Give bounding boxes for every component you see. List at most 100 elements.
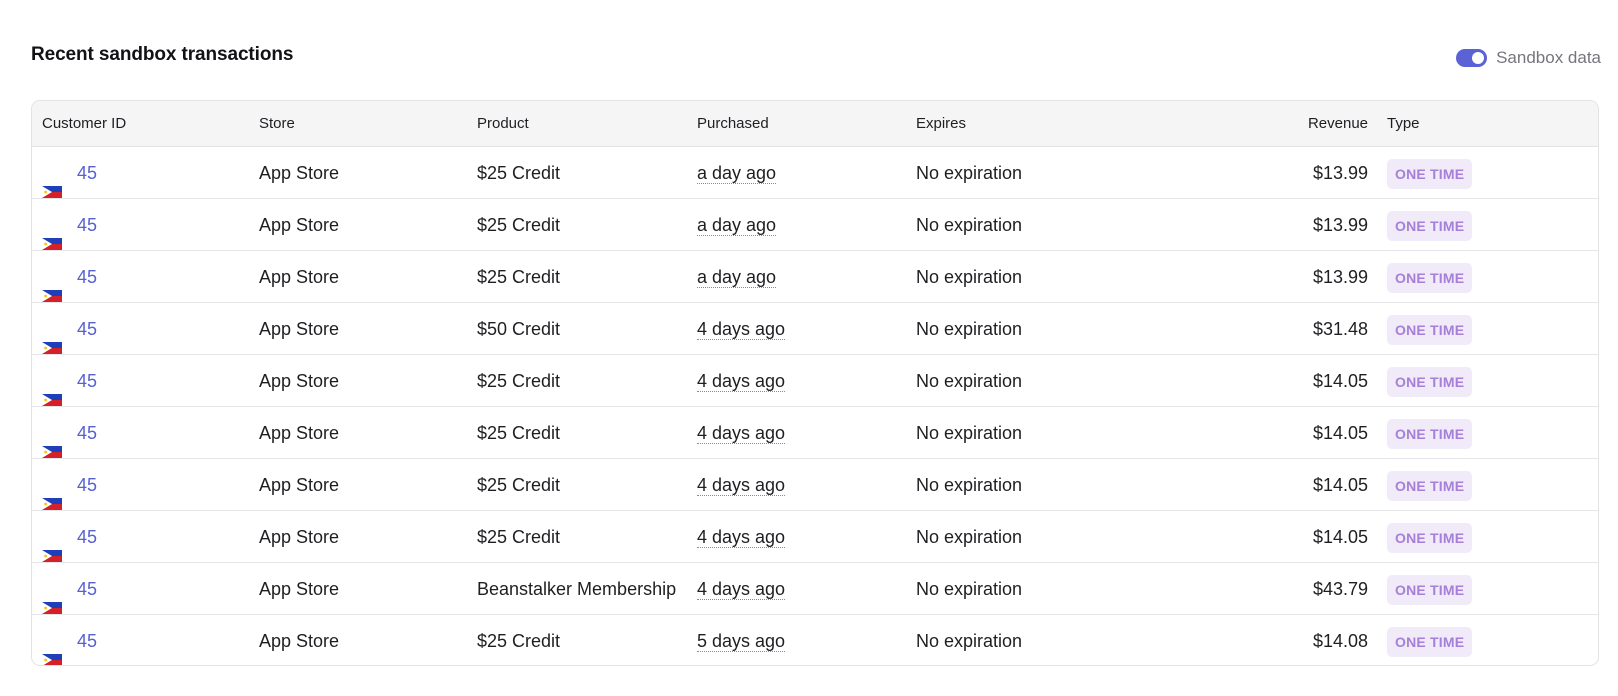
revenue-cell: $14.05 [1312, 423, 1368, 443]
revenue-cell: $43.79 [1312, 579, 1368, 599]
product-cell: $25 Credit [477, 163, 561, 183]
purchased-cell: 4 days ago [697, 407, 786, 459]
purchased-time[interactable]: a day ago [697, 163, 777, 184]
table-header: Customer ID Store Product Purchased Expi… [32, 101, 1598, 147]
expires-cell: No expiration [916, 475, 1023, 495]
purchased-cell: 4 days ago [697, 563, 786, 615]
store-cell: App Store [259, 319, 340, 339]
type-cell: ONE TIME [1387, 615, 1473, 665]
transactions-table: Customer ID Store Product Purchased Expi… [31, 100, 1599, 666]
table-row[interactable]: 45 App Store $25 Credit 4 days ago No expira… [32, 355, 1598, 407]
customer-id-cell: 45 [42, 199, 97, 251]
type-badge: ONE TIME [1387, 315, 1473, 346]
philippines-flag-icon [42, 478, 62, 511]
type-cell: ONE TIME [1387, 459, 1473, 511]
type-cell: ONE TIME [1387, 407, 1473, 459]
customer-id-link[interactable]: 45 [77, 215, 97, 235]
expires-cell: No expiration [916, 319, 1023, 339]
purchased-time[interactable]: 5 days ago [697, 631, 786, 652]
expires-cell: No expiration [916, 527, 1023, 547]
purchased-time[interactable]: 4 days ago [697, 319, 786, 340]
customer-id-link[interactable]: 45 [77, 579, 97, 599]
philippines-flag-icon [42, 634, 62, 665]
customer-id-link[interactable]: 45 [77, 267, 97, 287]
purchased-cell: a day ago [697, 147, 777, 199]
customer-id-cell: 45 [42, 511, 97, 563]
store-cell: App Store [259, 631, 340, 651]
revenue-cell: $13.99 [1312, 215, 1368, 235]
table-row[interactable]: 45 App Store $25 Credit a day ago No expirat… [32, 251, 1598, 303]
customer-id-cell: 45 [42, 407, 97, 459]
revenue-cell: $13.99 [1312, 163, 1368, 183]
revenue-cell: $14.08 [1312, 631, 1368, 651]
customer-id-link[interactable]: 45 [77, 319, 97, 339]
expires-cell: No expiration [916, 631, 1023, 651]
expires-cell: No expiration [916, 215, 1023, 235]
sandbox-data-toggle-group[interactable]: Sandbox data [1456, 48, 1601, 68]
type-badge: ONE TIME [1387, 211, 1473, 242]
sandbox-data-toggle[interactable] [1456, 49, 1488, 67]
revenue-cell: $31.48 [1312, 319, 1368, 339]
philippines-flag-icon [42, 426, 62, 459]
type-badge: ONE TIME [1387, 523, 1473, 554]
customer-id-link[interactable]: 45 [77, 163, 97, 183]
purchased-time[interactable]: 4 days ago [697, 527, 786, 548]
revenue-cell: $14.05 [1312, 371, 1368, 391]
product-cell: $25 Credit [477, 371, 561, 391]
purchased-time[interactable]: 4 days ago [697, 423, 786, 444]
type-badge: ONE TIME [1387, 419, 1473, 450]
expires-cell: No expiration [916, 267, 1023, 287]
column-header-product[interactable]: Product [477, 101, 529, 147]
table-row[interactable]: 45 App Store $50 Credit 4 days ago No expira… [32, 303, 1598, 355]
product-cell: $25 Credit [477, 423, 561, 443]
product-cell: $25 Credit [477, 631, 561, 651]
customer-id-link[interactable]: 45 [77, 371, 97, 391]
expires-cell: No expiration [916, 371, 1023, 391]
type-cell: ONE TIME [1387, 251, 1473, 303]
store-cell: App Store [259, 371, 340, 391]
customer-id-link[interactable]: 45 [77, 475, 97, 495]
table-row[interactable]: 45 App Store $25 Credit a day ago No expirat… [32, 147, 1598, 199]
purchased-cell: a day ago [697, 251, 777, 303]
table-row[interactable]: 45 App Store Beanstalker Membership 4 days … [32, 563, 1598, 615]
purchased-cell: 4 days ago [697, 303, 786, 355]
column-header-customer-id[interactable]: Customer ID [42, 101, 126, 147]
store-cell: App Store [259, 215, 340, 235]
table-row[interactable]: 45 App Store $25 Credit 4 days ago No expira… [32, 511, 1598, 563]
column-header-expires[interactable]: Expires [916, 101, 966, 147]
customer-id-link[interactable]: 45 [77, 527, 97, 547]
customer-id-cell: 45 [42, 147, 97, 199]
purchased-time[interactable]: 4 days ago [697, 475, 786, 496]
store-cell: App Store [259, 579, 340, 599]
purchased-cell: a day ago [697, 199, 777, 251]
type-cell: ONE TIME [1387, 199, 1473, 251]
revenue-cell: $14.05 [1312, 527, 1368, 547]
purchased-time[interactable]: 4 days ago [697, 371, 786, 392]
philippines-flag-icon [42, 166, 62, 199]
type-badge: ONE TIME [1387, 367, 1473, 398]
purchased-time[interactable]: a day ago [697, 215, 777, 236]
expires-cell: No expiration [916, 579, 1023, 599]
type-cell: ONE TIME [1387, 303, 1473, 355]
type-badge: ONE TIME [1387, 159, 1473, 190]
purchased-time[interactable]: a day ago [697, 267, 777, 288]
customer-id-cell: 45 [42, 459, 97, 511]
column-header-store[interactable]: Store [259, 101, 295, 147]
table-row[interactable]: 45 App Store $25 Credit 5 days ago No expira… [32, 615, 1598, 665]
table-row[interactable]: 45 App Store $25 Credit 4 days ago No expira… [32, 407, 1598, 459]
store-cell: App Store [259, 163, 340, 183]
table-row[interactable]: 45 App Store $25 Credit 4 days ago No expira… [32, 459, 1598, 511]
column-header-revenue[interactable]: Revenue [1308, 101, 1368, 147]
customer-id-cell: 45 [42, 251, 97, 303]
type-cell: ONE TIME [1387, 563, 1473, 615]
table-row[interactable]: 45 App Store $25 Credit a day ago No expirat… [32, 199, 1598, 251]
purchased-time[interactable]: 4 days ago [697, 579, 786, 600]
product-cell: $25 Credit [477, 527, 561, 547]
philippines-flag-icon [42, 374, 62, 407]
expires-cell: No expiration [916, 423, 1023, 443]
column-header-type[interactable]: Type [1387, 101, 1420, 147]
customer-id-link[interactable]: 45 [77, 631, 97, 651]
column-header-purchased[interactable]: Purchased [697, 101, 769, 147]
customer-id-link[interactable]: 45 [77, 423, 97, 443]
customer-id-cell: 45 [42, 615, 97, 665]
